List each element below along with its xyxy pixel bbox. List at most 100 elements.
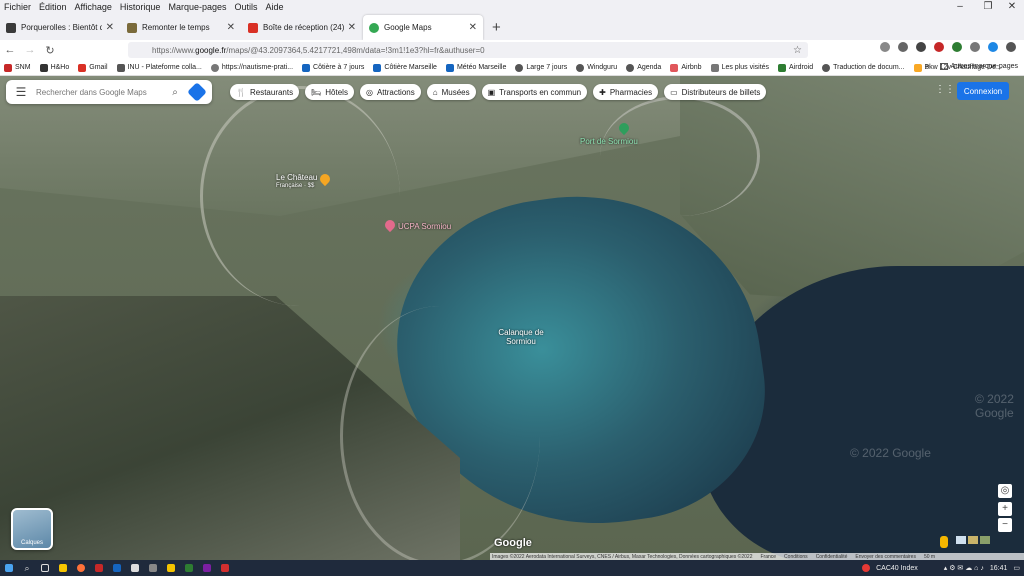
apps-grid-icon[interactable]: ⋮⋮: [935, 84, 955, 98]
search-icon[interactable]: ⌕: [18, 560, 36, 576]
bookmark-item[interactable]: Airdroid: [778, 63, 813, 72]
menu-historique[interactable]: Historique: [116, 2, 165, 12]
close-tab-icon[interactable]: ✕: [348, 22, 356, 33]
notifications-icon[interactable]: ▭: [1013, 564, 1020, 572]
footer-link-conditions[interactable]: Conditions: [784, 554, 808, 560]
task-view-icon[interactable]: [36, 560, 54, 576]
sign-in-button[interactable]: Connexion: [957, 82, 1009, 100]
app-icon[interactable]: [54, 560, 72, 576]
tab-gmail[interactable]: Boîte de réception (24) - sylvie. ✕: [242, 15, 362, 40]
bookmark-item[interactable]: H&Ho: [39, 63, 69, 72]
chip-hotels[interactable]: 🛏 Hôtels: [305, 84, 354, 100]
place-label-port[interactable]: Port de Sormiou: [580, 137, 638, 146]
outlook-icon[interactable]: [108, 560, 126, 576]
bookmark-item[interactable]: Côtière à 7 jours: [302, 63, 364, 72]
bookmark-item[interactable]: Agenda: [626, 63, 661, 72]
acrobat-icon[interactable]: [216, 560, 234, 576]
layers-button[interactable]: Calques: [11, 508, 53, 550]
menu-fichier[interactable]: Fichier: [0, 2, 35, 12]
thumbnail[interactable]: [980, 536, 990, 544]
bookmark-item[interactable]: Airbnb: [670, 63, 702, 72]
new-tab-button[interactable]: +: [484, 15, 509, 40]
chip-attractions[interactable]: ◎ Attractions: [359, 84, 421, 100]
bookmark-item[interactable]: INU - Plateforme colla...: [116, 63, 202, 72]
windows-start-icon[interactable]: [0, 560, 18, 576]
bookmark-icon: [302, 63, 311, 72]
footer-link-feedback[interactable]: Envoyer des commentaires: [855, 554, 916, 560]
close-tab-icon[interactable]: ✕: [227, 22, 235, 33]
other-bookmarks[interactable]: » Autres marque-pages: [926, 63, 1018, 70]
my-location-icon[interactable]: ◎: [998, 484, 1012, 498]
close-tab-icon[interactable]: ✕: [106, 22, 114, 33]
back-icon[interactable]: ←: [0, 44, 20, 56]
bookmark-item[interactable]: Gmail: [78, 63, 108, 72]
pegman-icon[interactable]: [940, 536, 948, 548]
chip-restaurants[interactable]: 🍴 Restaurants: [230, 84, 300, 100]
app-icon[interactable]: [198, 560, 216, 576]
bookmark-icon: [373, 63, 382, 72]
minimize-button[interactable]: –: [946, 0, 974, 13]
menu-icon[interactable]: [1006, 42, 1016, 52]
chip-label: Distributeurs de billets: [681, 87, 761, 97]
bookmarks-overflow-icon[interactable]: »: [926, 63, 930, 70]
firefox-icon[interactable]: [72, 560, 90, 576]
hamburger-menu-icon[interactable]: ☰: [6, 85, 36, 99]
zoom-in-button[interactable]: +: [998, 502, 1012, 516]
bookmark-star-icon[interactable]: ☆: [793, 45, 802, 56]
folder-icon[interactable]: [162, 560, 180, 576]
zoom-out-button[interactable]: −: [998, 518, 1012, 532]
directions-icon[interactable]: [187, 82, 207, 102]
bookmark-item[interactable]: Les plus visités: [710, 63, 769, 72]
place-label-calanque[interactable]: Calanque de Sormiou: [494, 328, 548, 346]
tab-remonter-le-temps[interactable]: Remonter le temps ✕: [121, 15, 241, 40]
menu-affichage[interactable]: Affichage: [71, 2, 116, 12]
menu-marque-pages[interactable]: Marque-pages: [164, 2, 230, 12]
extension-icon[interactable]: [916, 42, 926, 52]
bookmark-item[interactable]: https://nautisme-prati...: [210, 63, 293, 72]
place-label-chateau[interactable]: Le Château Française · $$: [276, 173, 317, 191]
app-icon[interactable]: [144, 560, 162, 576]
clock[interactable]: 16:41: [990, 565, 1008, 572]
tray-icons[interactable]: ▴ ⚙ ✉ ☁ ⌂ ♪: [944, 564, 984, 572]
app-icon[interactable]: [180, 560, 198, 576]
download-icon[interactable]: [898, 42, 908, 52]
bookmark-item[interactable]: Côtière Marseille: [373, 63, 437, 72]
reload-icon[interactable]: ↻: [40, 44, 60, 57]
close-tab-icon[interactable]: ✕: [469, 22, 477, 33]
menu-aide[interactable]: Aide: [262, 2, 288, 12]
adblock-icon[interactable]: [934, 42, 944, 52]
bookmark-item[interactable]: Large 7 jours: [515, 63, 567, 72]
bookmark-item[interactable]: SNM: [4, 63, 31, 72]
menu-outils[interactable]: Outils: [231, 2, 262, 12]
tab-google-maps[interactable]: Google Maps ✕: [363, 15, 483, 40]
chip-transit[interactable]: ▣ Transports en commun: [481, 84, 588, 100]
bookmark-item[interactable]: Traduction de docum...: [822, 63, 905, 72]
menu-edition[interactable]: Édition: [35, 2, 71, 12]
footer-link-france[interactable]: France: [760, 554, 776, 560]
chip-label: Hôtels: [325, 87, 348, 97]
stock-ticker-label[interactable]: CAC40 Index: [876, 565, 918, 572]
bookmark-item[interactable]: Météo Marseille: [445, 63, 506, 72]
thumbnail[interactable]: [956, 536, 966, 544]
thumbnail[interactable]: [968, 536, 978, 544]
place-label-ucpa[interactable]: UCPA Sormiou: [398, 222, 451, 231]
bookmark-item[interactable]: Windguru: [576, 63, 617, 72]
close-window-button[interactable]: ✕: [998, 0, 1024, 13]
puzzle-icon[interactable]: [970, 42, 980, 52]
chip-atms[interactable]: ▭ Distributeurs de billets: [664, 84, 767, 100]
chip-pharmacies[interactable]: ✚ Pharmacies: [593, 84, 659, 100]
green-arrow-icon[interactable]: [952, 42, 962, 52]
chip-museums[interactable]: ⌂ Musées: [426, 84, 476, 100]
app-icon[interactable]: [90, 560, 108, 576]
maps-search-input[interactable]: [36, 87, 164, 97]
scale-label[interactable]: 50 m: [924, 554, 935, 560]
forward-icon[interactable]: →: [20, 44, 40, 56]
app-icon[interactable]: [126, 560, 144, 576]
satellite-map[interactable]: Le Château Française · $$ UCPA Sormiou P…: [0, 76, 1024, 560]
url-bar[interactable]: https://www. google.fr/maps/@43.2097364,5…: [128, 42, 808, 58]
account-icon[interactable]: [988, 42, 998, 52]
tab-porquerolles[interactable]: Porquerolles : Bientôt des boue ✕: [0, 15, 120, 40]
footer-link-privacy[interactable]: Confidentialité: [816, 554, 848, 560]
search-icon[interactable]: ⌕: [164, 87, 186, 98]
pocket-icon[interactable]: [880, 42, 890, 52]
